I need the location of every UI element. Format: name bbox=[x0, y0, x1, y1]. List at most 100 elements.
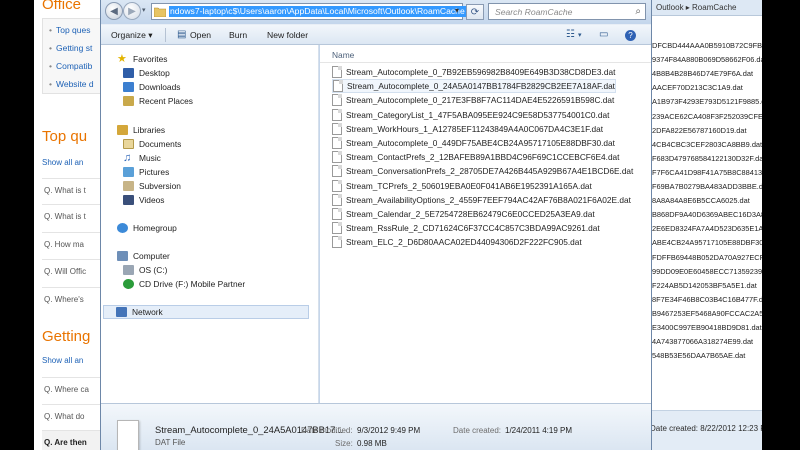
background-file-row[interactable]: 2E6ED8324FA7A4D523D635E1A1.dat bbox=[652, 224, 762, 233]
background-file-row[interactable]: 4A743877066A318274E99.dat bbox=[652, 337, 753, 346]
toolbar-divider bbox=[165, 28, 166, 42]
file-row[interactable]: Stream_ContactPrefs_2_12BAFEB89A1BBD4C96… bbox=[332, 150, 619, 164]
background-breadcrumb[interactable]: Outlook ▸ RoamCache bbox=[650, 0, 762, 16]
web-question-item-active[interactable]: Q. Are then bbox=[42, 430, 104, 450]
background-file-row[interactable]: 2DFA822E56787160D19.dat bbox=[652, 126, 747, 135]
nav-recent-places[interactable]: Recent Places bbox=[123, 96, 193, 106]
web-link-box: Top ques Getting st Compatib Website d bbox=[42, 18, 104, 94]
nav-network[interactable]: Network bbox=[103, 305, 309, 319]
help-icon[interactable]: ? bbox=[625, 30, 636, 41]
file-row[interactable]: Stream_AvailabilityOptions_2_4559F7EEF79… bbox=[332, 193, 631, 207]
nav-desktop[interactable]: Desktop bbox=[123, 68, 170, 78]
nav-subversion[interactable]: Subversion bbox=[123, 181, 181, 191]
web-getting-show-all-link[interactable]: Show all an bbox=[42, 356, 83, 365]
background-file-row[interactable]: 4B8B4B28B46D74E79F6A.dat bbox=[652, 69, 753, 78]
background-file-row[interactable]: ABE4CB24A95717105E88DBF30.dat bbox=[652, 238, 762, 247]
nav-downloads[interactable]: Downloads bbox=[123, 82, 180, 92]
background-file-row[interactable]: AACEF70D213C3C1A9.dat bbox=[652, 83, 743, 92]
web-link-compatibility[interactable]: Compatib bbox=[49, 61, 92, 71]
nav-computer-label: Computer bbox=[133, 251, 170, 261]
nav-cd-drive[interactable]: CD Drive (F:) Mobile Partner bbox=[123, 279, 245, 289]
search-icon[interactable]: ⌕ bbox=[635, 6, 641, 17]
nav-videos[interactable]: Videos bbox=[123, 195, 164, 205]
background-file-row[interactable]: 99DD09E0E60458ECC71359239EB3D.dat bbox=[652, 267, 762, 276]
homegroup-icon bbox=[117, 223, 128, 233]
organize-button[interactable]: Organize ▾ bbox=[111, 30, 153, 41]
background-file-row[interactable]: DFCBD444AAA0B5910B72C9FB.dat bbox=[652, 41, 762, 50]
refresh-button[interactable]: ⟳ bbox=[466, 4, 484, 20]
web-question-item[interactable]: Q. How ma bbox=[42, 232, 104, 256]
web-link-website[interactable]: Website d bbox=[49, 79, 94, 89]
file-row[interactable]: Stream_WorkHours_1_A12785EF11243849A4A0C… bbox=[332, 122, 603, 136]
column-header-name[interactable]: Name bbox=[320, 45, 651, 63]
nav-libraries[interactable]: Libraries bbox=[117, 125, 165, 135]
background-file-row[interactable]: 4CB4CBC3CEF2803CA8BB9.dat bbox=[652, 140, 762, 149]
nav-os-c[interactable]: OS (C:) bbox=[123, 265, 167, 275]
forward-button[interactable]: ▶ bbox=[123, 2, 141, 20]
nav-favorites[interactable]: ★ Favorites bbox=[117, 54, 167, 65]
background-file-row[interactable]: 8F7E34F46B8C03B4C16B477F.dat bbox=[652, 295, 762, 304]
documents-icon bbox=[123, 139, 134, 149]
file-row[interactable]: Stream_ConversationPrefs_2_28705DE7A426B… bbox=[332, 164, 633, 178]
nav-homegroup[interactable]: Homegroup bbox=[117, 223, 177, 233]
background-file-row[interactable]: B868DF9A40D6369ABEC16D3A8A.dat bbox=[652, 210, 762, 219]
view-options-icon[interactable]: ☷ bbox=[566, 29, 575, 40]
web-question-item[interactable]: Q. What do bbox=[42, 404, 104, 428]
file-name: Stream_RssRule_2_CD71624C6F37CC4C857C3BD… bbox=[346, 223, 600, 234]
address-path-text[interactable]: ndows7-laptop\c$\Users\aaron\AppData\Loc… bbox=[169, 6, 466, 17]
nav-music[interactable]: ♫ Music bbox=[123, 153, 161, 164]
address-bar[interactable]: ndows7-laptop\c$\Users\aaron\AppData\Loc… bbox=[151, 3, 466, 20]
file-row[interactable]: Stream_Autocomplete_0_449DF75ABE4CB24A95… bbox=[332, 136, 615, 150]
web-question-item[interactable]: Q. Where ca bbox=[42, 377, 104, 401]
file-name: Stream_Autocomplete_0_449DF75ABE4CB24A95… bbox=[346, 138, 615, 148]
file-icon bbox=[332, 208, 342, 220]
file-row[interactable]: Stream_Autocomplete_0_24A5A0147BB1784FB2… bbox=[332, 79, 616, 94]
file-row[interactable]: Stream_CategoryList_1_47F5ABA095EE924C9E… bbox=[332, 108, 609, 122]
nav-pictures[interactable]: Pictures bbox=[123, 167, 169, 177]
background-file-row[interactable]: A1B973F4293E793D5121F9885.dat bbox=[652, 97, 762, 106]
letterbox-left bbox=[0, 0, 34, 450]
background-file-row[interactable]: F224AB5D142053BF5A5E1.dat bbox=[652, 281, 757, 290]
file-row[interactable]: Stream_ELC_2_D6D80AACA02ED44094306D2F222… bbox=[332, 235, 582, 249]
background-file-row[interactable]: F69BA7B0279BA483ADD3BBE.dat bbox=[652, 182, 762, 191]
background-file-row[interactable]: B9467253EF5468A90FCCAC2A55029.dat bbox=[652, 309, 762, 318]
nav-documents[interactable]: Documents bbox=[123, 139, 181, 149]
explorer-window: ◀ ▶ ▾ ndows7-laptop\c$\Users\aaron\AppDa… bbox=[100, 0, 652, 450]
downloads-icon bbox=[123, 82, 134, 92]
background-file-row[interactable]: 548B53E56DAA7B65AE.dat bbox=[652, 351, 745, 360]
background-file-row[interactable]: 9374F84A880B069D58662F06.dat bbox=[652, 55, 762, 64]
web-link-top-questions[interactable]: Top ques bbox=[49, 25, 91, 35]
web-question-item[interactable]: Q. Will Offic bbox=[42, 259, 104, 283]
file-row[interactable]: Stream_Autocomplete_0_217E3FB8F7AC114DAE… bbox=[332, 93, 614, 107]
file-name: Stream_Autocomplete_0_217E3FB8F7AC114DAE… bbox=[346, 95, 615, 106]
navigation-bar: ◀ ▶ ▾ ndows7-laptop\c$\Users\aaron\AppDa… bbox=[101, 0, 651, 24]
file-row[interactable]: Stream_TCPrefs_2_506019EBA0E0F041AB6E195… bbox=[332, 179, 592, 193]
back-button[interactable]: ◀ bbox=[105, 2, 123, 20]
background-file-row[interactable]: E3400C997EB90418BD9D81.dat bbox=[652, 323, 762, 332]
preview-pane-icon[interactable]: ▭ bbox=[599, 29, 608, 40]
search-input[interactable]: Search RoamCache ⌕ bbox=[488, 3, 646, 20]
file-row[interactable]: Stream_Autocomplete_0_7B92EB596982B8409E… bbox=[332, 65, 615, 79]
view-dropdown-icon[interactable]: ▾ bbox=[578, 31, 582, 39]
burn-button[interactable]: Burn bbox=[229, 30, 247, 40]
file-thumbnail-icon bbox=[117, 420, 139, 450]
web-question-item[interactable]: Q. What is t bbox=[42, 204, 104, 228]
file-icon bbox=[332, 222, 342, 235]
chevron-down-icon[interactable]: ▾ bbox=[455, 6, 459, 15]
recent-pages-dropdown[interactable]: ▾ bbox=[142, 6, 146, 14]
background-file-row[interactable]: FDFFB69448B052DA70A927ECF.dat bbox=[652, 253, 762, 262]
web-top-show-all-link[interactable]: Show all an bbox=[42, 158, 83, 167]
nav-computer[interactable]: Computer bbox=[117, 251, 170, 261]
web-question-item[interactable]: Q. Where's bbox=[42, 287, 104, 311]
details-size-label: Size: bbox=[335, 439, 353, 448]
file-row[interactable]: Stream_Calendar_2_5E7254728EB62479C6E0CC… bbox=[332, 207, 595, 221]
new-folder-button[interactable]: New folder bbox=[267, 30, 308, 40]
background-file-row[interactable]: F7F6CA41D98F41A75B8C8841325DEC.dat bbox=[652, 168, 762, 177]
web-question-item[interactable]: Q. What is t bbox=[42, 178, 104, 202]
background-file-row[interactable]: F683D479768584122130D32F.dat bbox=[652, 154, 762, 163]
web-link-getting-started[interactable]: Getting st bbox=[49, 43, 92, 53]
background-file-row[interactable]: 8A8A84A8E6B5CCA6025.dat bbox=[652, 196, 750, 205]
file-row[interactable]: Stream_RssRule_2_CD71624C6F37CC4C857C3BD… bbox=[332, 221, 600, 235]
open-button[interactable]: Open bbox=[190, 30, 211, 40]
background-file-row[interactable]: 239ACE62CA408F3F252039CFED83.dat bbox=[652, 112, 762, 121]
